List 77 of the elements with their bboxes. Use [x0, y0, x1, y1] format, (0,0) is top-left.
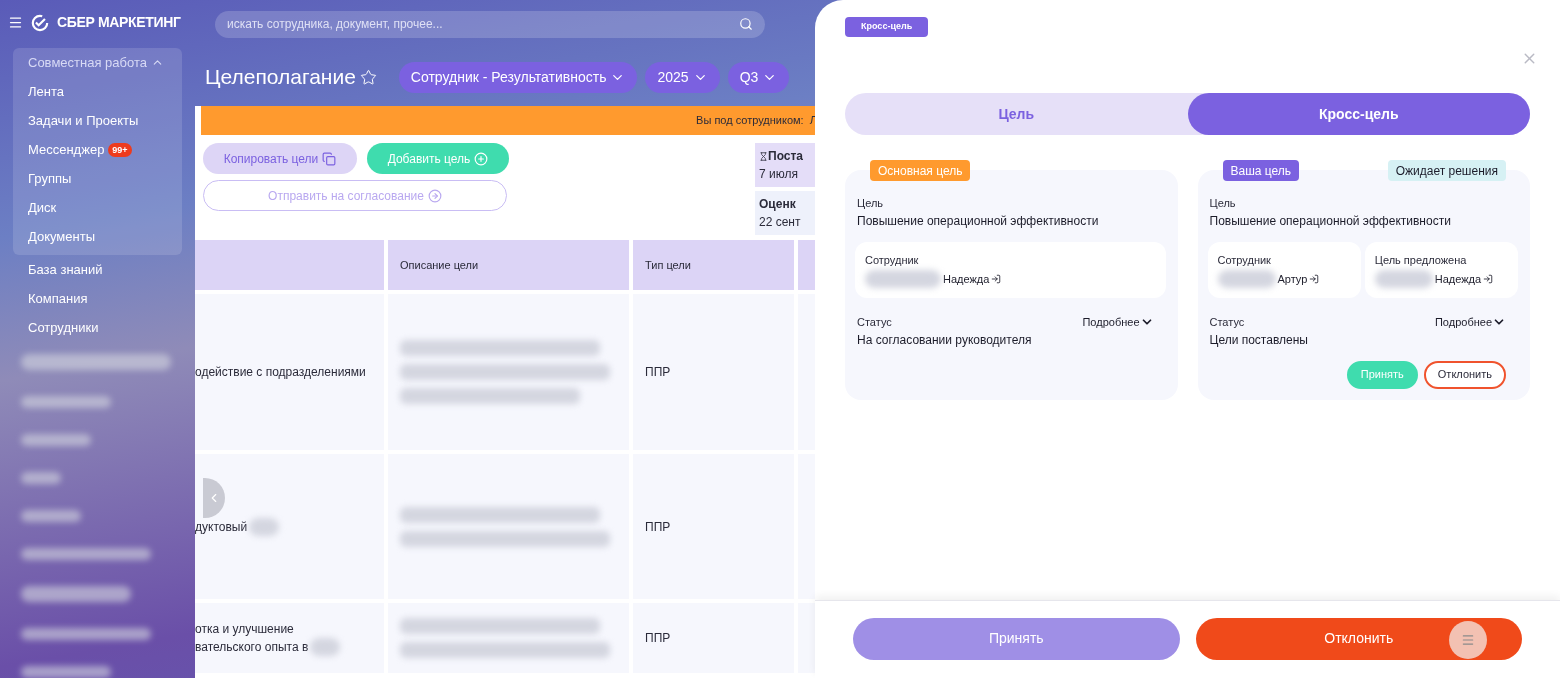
filter-dropdown[interactable]: Q3	[727, 61, 790, 93]
sidebar-item[interactable]: Диск	[13, 193, 182, 222]
star-icon[interactable]	[359, 68, 377, 86]
sidebar-item[interactable]: Документы	[13, 222, 182, 251]
cell-text: отка и улучшение	[195, 621, 294, 638]
field-label: Цель	[1209, 196, 1237, 211]
logo-text: СБЕР МАРКЕТИНГ	[57, 13, 181, 32]
sidebar-item[interactable]: Группы	[13, 164, 182, 193]
sidebar-item[interactable]: Мессенджер 99+	[13, 135, 182, 164]
redacted-block	[21, 472, 61, 484]
person-name[interactable]: Надежда	[943, 270, 990, 288]
table-cell: ППР	[633, 454, 794, 599]
menu-icon	[1461, 633, 1475, 647]
filter-dropdown[interactable]: Сотрудник - Результативность	[398, 61, 638, 93]
redacted-block	[310, 638, 341, 656]
goal-text: Повышение операционной эффективности	[1209, 212, 1452, 230]
goal-text: Повышение операционной эффективности	[857, 212, 1100, 230]
table-header-cell: Тип цели	[633, 240, 794, 290]
search-icon[interactable]	[739, 17, 753, 31]
group-header[interactable]: Совместная работа	[13, 48, 179, 77]
goal-type-badge: Основная цель	[870, 160, 971, 181]
field-label: Сотрудник	[865, 252, 920, 268]
status-text: Цели поставлены	[1209, 331, 1308, 349]
reject-button[interactable]: Отклонить	[1195, 617, 1522, 660]
reject-button[interactable]: Отклонить	[1423, 360, 1506, 389]
field-label: Статус	[1209, 315, 1246, 330]
login-icon[interactable]	[1309, 274, 1320, 284]
redacted-block	[21, 510, 81, 522]
sidebar-item[interactable]: Компания	[13, 284, 182, 313]
copy-icon	[322, 151, 337, 166]
goal-type-badge: Ваша цель	[1222, 160, 1300, 181]
hourglass-icon	[759, 151, 768, 161]
table-cell: ППР	[633, 603, 794, 673]
menu-icon[interactable]	[8, 15, 23, 30]
sidebar-item[interactable]: Лента	[13, 77, 182, 106]
field-label: Сотрудник	[1217, 252, 1272, 268]
status-text: На согласовании руководителя	[857, 331, 1032, 349]
page-title: Целеполагание	[205, 64, 356, 91]
arrow-circle-icon	[427, 188, 442, 203]
filter-dropdown[interactable]: 2025	[645, 61, 720, 93]
deadline-label: Оценк	[759, 196, 797, 213]
type-tag: Кросс-цель	[845, 17, 929, 37]
tab[interactable]: Цель	[845, 93, 1188, 135]
status-badge: Ожидает решения	[1387, 160, 1506, 181]
search-field[interactable]: искать сотрудника, документ, прочее...	[215, 10, 765, 38]
search-input[interactable]: искать сотрудника, документ, прочее...	[227, 15, 739, 33]
action-button[interactable]: Отправить на согласование	[203, 180, 507, 211]
deadline-date: 22 сент	[759, 214, 802, 231]
details-toggle[interactable]: Подробнее	[1434, 314, 1506, 331]
action-button[interactable]: Копировать цели	[203, 143, 357, 174]
table-header-cell	[798, 240, 815, 290]
cell-text: одействие с подразделениями	[195, 364, 366, 381]
sidebar-item[interactable]: База знаний	[13, 255, 182, 284]
field-label: Цель предложена	[1374, 252, 1468, 268]
deadline-label: Поста	[759, 147, 815, 165]
cell-text: дуктовый	[195, 518, 248, 536]
plus-circle-icon	[474, 151, 489, 166]
redacted-block	[249, 517, 280, 536]
count-badge: 99+	[108, 142, 132, 157]
tab[interactable]: Кросс-цель	[1187, 93, 1530, 135]
field-label: Цель	[857, 196, 885, 211]
details-toggle[interactable]: Подробнее	[1082, 314, 1154, 331]
table-cell: ППР	[633, 294, 794, 450]
person-name[interactable]: Надежда	[1434, 270, 1482, 288]
redacted-block	[21, 434, 91, 446]
person-name[interactable]: Артур	[1277, 270, 1308, 288]
login-icon[interactable]	[1483, 274, 1494, 284]
field-label: Статус	[857, 315, 893, 330]
login-icon[interactable]	[991, 274, 1002, 284]
logo-icon	[31, 13, 49, 32]
table-header-cell: Описание цели	[388, 240, 629, 290]
sidebar-item[interactable]: Задачи и Проекты	[13, 106, 182, 135]
cell-text: вательского опыта в	[195, 639, 309, 656]
redacted-block	[1217, 270, 1276, 288]
redacted-block	[1374, 270, 1433, 288]
sidebar-item[interactable]: Сотрудники	[13, 313, 182, 342]
deadline-date: 7 июля	[759, 166, 799, 183]
